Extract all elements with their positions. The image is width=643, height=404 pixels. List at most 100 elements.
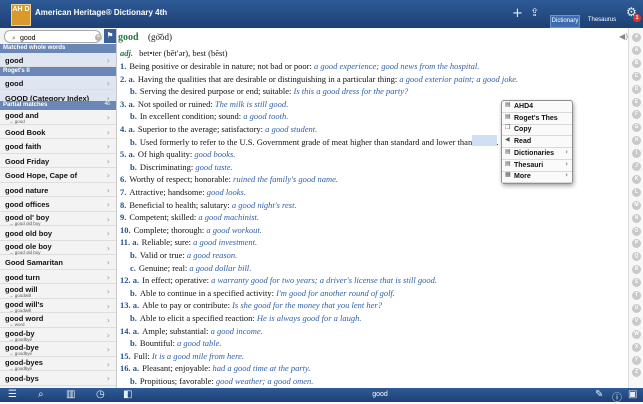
alphabet-letter[interactable]: G [632, 123, 641, 133]
list-item[interactable]: good-by → goodbye › [0, 328, 116, 342]
list-item[interactable]: good will's → goodwill › [0, 299, 116, 313]
sense-number: b. [130, 376, 137, 386]
speaker-icon[interactable]: ◀) [619, 32, 628, 41]
alphabet-letter[interactable]: N [632, 213, 641, 223]
edit-icon[interactable]: ✎ [595, 389, 603, 400]
alphabet-letter[interactable]: Z [632, 368, 641, 378]
alphabet-letter[interactable]: T [632, 291, 641, 300]
alphabet-letter[interactable]: M [632, 200, 641, 210]
alphabet-letter[interactable]: S [632, 278, 641, 288]
alphabet-letter[interactable]: E [632, 97, 641, 107]
sense-example: a good income. [210, 325, 263, 336]
alphabet-letter[interactable]: O [632, 226, 641, 236]
menu-icon[interactable]: ☰ [8, 389, 17, 400]
alphabet-letter[interactable]: J [632, 162, 641, 171]
part-of-speech: adj. [120, 48, 133, 58]
sense-number: 14. a. [120, 325, 140, 336]
list-item[interactable]: good-bye → goodbye › [0, 342, 116, 357]
list-item[interactable]: Good Book › [0, 125, 116, 139]
sense-definition: Beneficial to health; salutary: [129, 199, 232, 210]
menu-item[interactable]: ▤ Roget's Thes [502, 113, 572, 125]
sense-example: Is this a good dress for the party? [293, 86, 409, 97]
sense-number: 2. a. [120, 73, 135, 84]
list-item[interactable]: Good Hope, Cape of › [0, 168, 116, 183]
alphabet-letter[interactable]: H [632, 136, 641, 146]
alphabet-letter[interactable]: R [632, 265, 641, 275]
menu-item[interactable]: ▦ More › [502, 171, 572, 184]
alphabet-letter[interactable]: K [632, 174, 641, 184]
fullscreen-icon[interactable]: ▣ [628, 389, 637, 400]
sense-line: 4. a. Superior to the average; satisfacto… [120, 124, 317, 134]
alphabet-letter[interactable]: B [632, 58, 641, 68]
alphabet-letter[interactable]: Q [632, 252, 641, 262]
sense-definition: Not spoiled or ruined: [137, 98, 215, 109]
list-item[interactable]: good ol' boy → good old boy › [0, 212, 116, 226]
list-item-redirect: → goodbye [9, 365, 33, 371]
add-icon[interactable]: + [512, 6, 523, 21]
book-icon[interactable]: ▥ [66, 389, 75, 400]
search-button[interactable]: ⚑ [104, 29, 116, 43]
search-input[interactable]: ⌕ good ✕ [4, 30, 102, 43]
list-item[interactable]: good-byes → goodbye › [0, 357, 116, 371]
list-item-redirect: → goodbye [9, 336, 33, 342]
alphabet-letter[interactable]: C [632, 71, 641, 81]
list-item-redirect: → goodwill [9, 293, 32, 298]
sense-number: b. [130, 111, 137, 122]
menu-item[interactable]: ❐ Copy [502, 124, 572, 137]
menu-item-label: Roget's Thes [514, 114, 558, 122]
sense-line: b. Propitious; favorable: good weather; a… [130, 376, 313, 386]
list-item[interactable]: good will → goodwill › [0, 284, 116, 299]
tab-thesaurus[interactable]: Thesaurus [580, 15, 624, 26]
alphabet-letter[interactable]: X [632, 342, 641, 352]
menu-item[interactable]: ▤ Thesauri › [502, 160, 572, 172]
alphabet-letter[interactable]: U [632, 303, 641, 313]
sidebar-item-good-rogets[interactable]: good › [0, 76, 116, 90]
notification-badge: 1 [633, 14, 641, 22]
sense-number: b. [130, 287, 137, 298]
sense-line: b. Valid or true: a good reason. [130, 250, 237, 260]
list-item[interactable]: good nature › [0, 183, 116, 197]
alphabet-letter[interactable]: I [632, 149, 641, 159]
share-icon[interactable]: ⇪ [530, 6, 539, 19]
sense-number: 9. [120, 212, 127, 223]
sense-line: 13. a. Able to pay or contribute: Is she … [120, 300, 382, 310]
search-icon[interactable]: ⌕ [38, 389, 44, 400]
alphabet-letter[interactable]: A [632, 45, 641, 55]
menu-item-label: More [514, 173, 531, 181]
sidebar-item-label: good [5, 79, 24, 88]
list-item[interactable]: good-bys › [0, 371, 116, 386]
alphabet-letter[interactable]: L [632, 187, 641, 197]
menu-item[interactable]: ◀ Read [502, 136, 572, 149]
alphabet-letter[interactable]: D [632, 84, 641, 94]
list-item[interactable]: good ole boy → good old boy › [0, 241, 116, 255]
sense-definition: Used formerly to refer to the U.S. Gover… [139, 136, 499, 147]
sense-definition: Attractive; handsome: [129, 187, 207, 197]
list-item[interactable]: Good Samaritan › [0, 255, 116, 270]
menu-item[interactable]: ▤ AHD4 [502, 101, 572, 113]
alphabet-letter[interactable]: # [632, 33, 641, 42]
alphabet-letter[interactable]: P [632, 239, 641, 249]
sense-example: good looks. [206, 187, 246, 197]
alphabet-letter[interactable]: W [632, 329, 641, 339]
alphabet-letter[interactable]: F [632, 110, 641, 120]
clear-icon[interactable]: ✕ [95, 34, 102, 41]
list-item[interactable]: good word → word › [0, 313, 116, 328]
sense-definition: Having the qualities that are desirable … [137, 73, 400, 84]
sense-definition: Able to elicit a specified reaction: [139, 313, 257, 323]
alphabet-letter[interactable]: Y [632, 355, 641, 365]
list-item[interactable]: good offices › [0, 197, 116, 212]
history-icon[interactable]: ◷ [96, 389, 105, 400]
alphabet-letter[interactable]: V [632, 316, 641, 326]
sense-line: b. Able to elicit a specified reaction: H… [130, 313, 362, 323]
tab-dictionary[interactable]: Dictionary [550, 15, 580, 28]
list-item[interactable]: Good Friday › [0, 154, 116, 168]
back-icon[interactable]: ◧ [123, 389, 132, 400]
list-item[interactable]: good old boy › [0, 226, 116, 241]
list-item[interactable]: good and → good › [0, 110, 116, 125]
list-item[interactable]: good turn › [0, 270, 116, 284]
sense-definition: Serving the desired purpose or end; suit… [139, 86, 294, 97]
sense-example: a good table. [176, 338, 222, 349]
menu-item[interactable]: ▤ Dictionaries › [502, 148, 572, 160]
list-item[interactable]: good faith › [0, 139, 116, 154]
sidebar-item-good[interactable]: good › [0, 53, 116, 67]
